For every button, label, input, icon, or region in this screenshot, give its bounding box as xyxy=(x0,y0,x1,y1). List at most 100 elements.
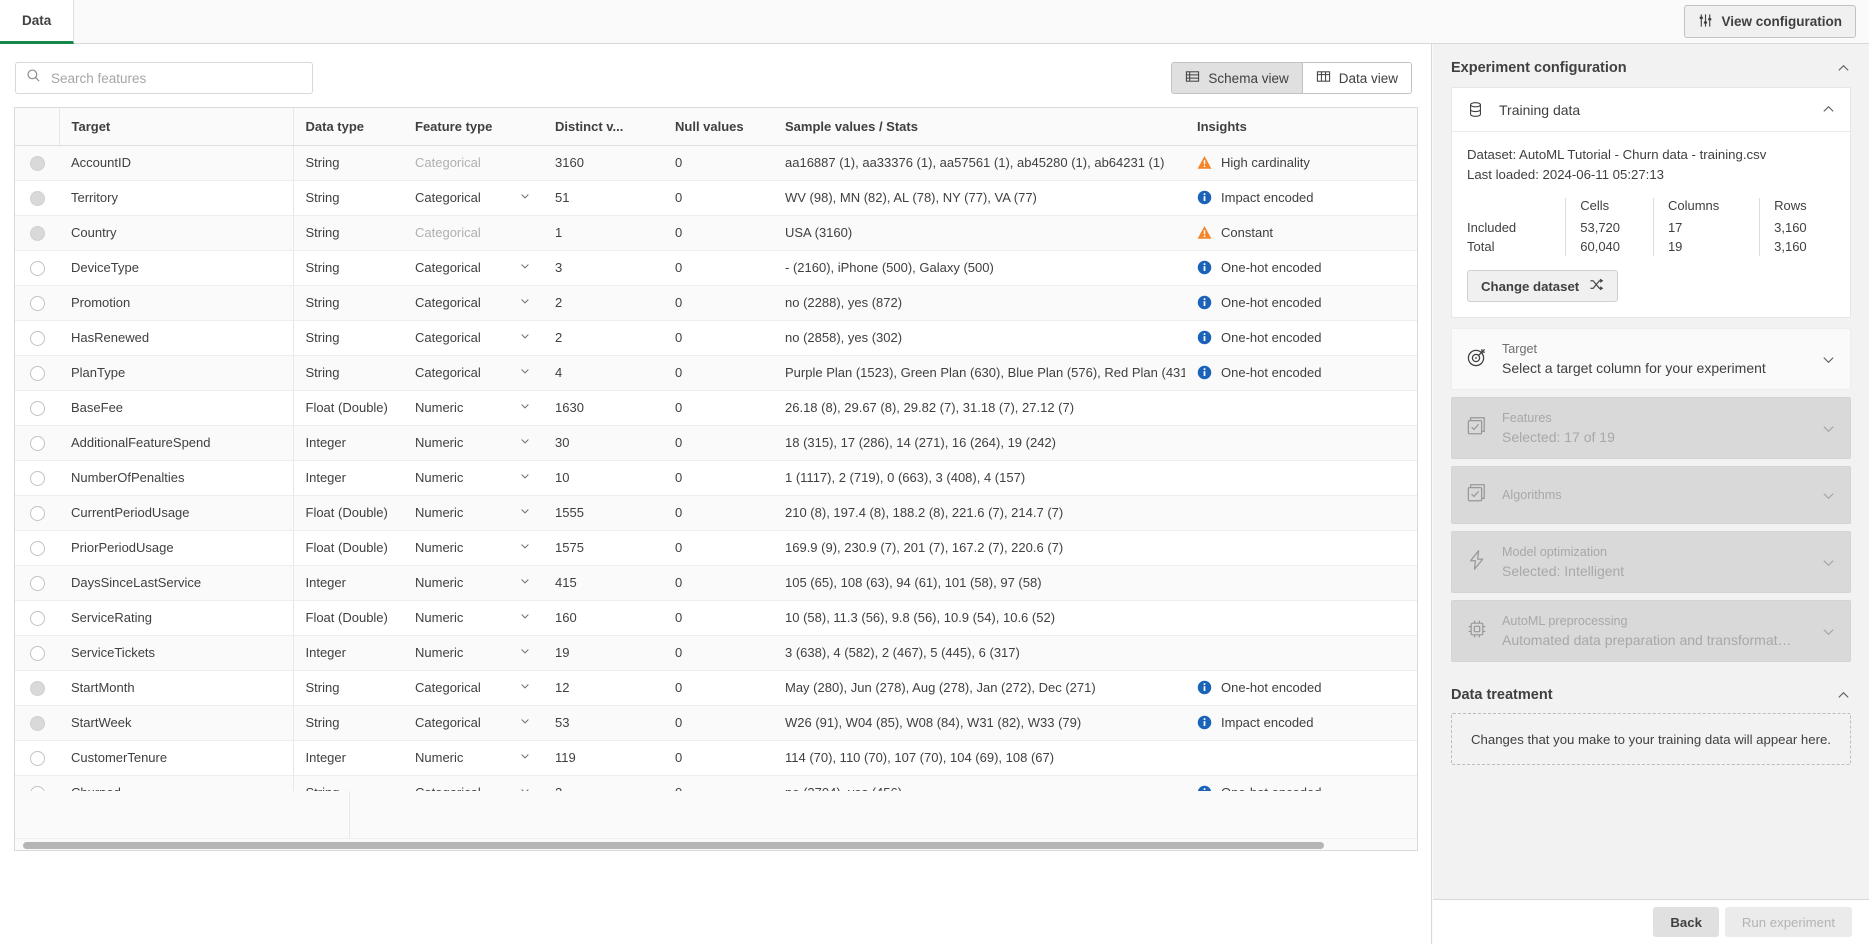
target-radio-button[interactable] xyxy=(30,611,45,626)
target-radio-button[interactable] xyxy=(30,296,45,311)
cell-feature-type[interactable]: Numeric xyxy=(403,740,543,775)
table-row[interactable]: BaseFeeFloat (Double)Numeric1630026.18 (… xyxy=(15,390,1417,425)
column-header-distinct-values[interactable]: Distinct v... xyxy=(543,108,663,145)
row-select-cell[interactable] xyxy=(15,495,59,530)
table-row[interactable]: PromotionStringCategorical20no (2288), y… xyxy=(15,285,1417,320)
target-radio-button[interactable] xyxy=(30,471,45,486)
target-radio-button[interactable] xyxy=(30,541,45,556)
cell-feature-type[interactable]: Numeric xyxy=(403,600,543,635)
row-select-cell[interactable] xyxy=(15,670,59,705)
table-row[interactable]: NumberOfPenaltiesIntegerNumeric1001 (111… xyxy=(15,460,1417,495)
chevron-down-icon[interactable] xyxy=(519,645,531,660)
row-select-cell[interactable] xyxy=(15,250,59,285)
row-select-cell[interactable] xyxy=(15,460,59,495)
table-row[interactable]: AdditionalFeatureSpendIntegerNumeric3001… xyxy=(15,425,1417,460)
row-select-cell[interactable] xyxy=(15,390,59,425)
chevron-down-icon[interactable] xyxy=(519,715,531,730)
data-view-button[interactable]: Data view xyxy=(1302,63,1411,93)
search-box[interactable] xyxy=(15,62,313,94)
cell-feature-type[interactable]: Numeric xyxy=(403,495,543,530)
back-button[interactable]: Back xyxy=(1653,907,1719,937)
chevron-down-icon[interactable] xyxy=(519,505,531,520)
column-header-null-values[interactable]: Null values xyxy=(663,108,773,145)
table-horizontal-scrollbar[interactable] xyxy=(15,838,1417,850)
chevron-down-icon[interactable] xyxy=(519,470,531,485)
change-dataset-button[interactable]: Change dataset xyxy=(1467,270,1618,302)
row-select-cell[interactable] xyxy=(15,215,59,250)
table-row[interactable]: TerritoryStringCategorical510WV (98), MN… xyxy=(15,180,1417,215)
row-select-cell[interactable] xyxy=(15,180,59,215)
chevron-up-icon[interactable] xyxy=(1836,61,1851,76)
cell-feature-type[interactable]: Numeric xyxy=(403,530,543,565)
training-data-header[interactable]: Training data xyxy=(1452,88,1850,132)
schema-view-button[interactable]: Schema view xyxy=(1172,63,1301,93)
chevron-down-icon[interactable] xyxy=(519,540,531,555)
row-select-cell[interactable] xyxy=(15,285,59,320)
target-radio-button[interactable] xyxy=(30,331,45,346)
column-header-data-type[interactable]: Data type xyxy=(293,108,403,145)
config-section-target[interactable]: TargetSelect a target column for your ex… xyxy=(1451,328,1851,390)
cell-feature-type[interactable]: Categorical xyxy=(403,355,543,390)
cell-feature-type[interactable]: Categorical xyxy=(403,670,543,705)
column-header-insights[interactable]: Insights xyxy=(1185,108,1417,145)
table-row[interactable]: CustomerTenureIntegerNumeric1190114 (70)… xyxy=(15,740,1417,775)
table-row[interactable]: StartMonthStringCategorical120May (280),… xyxy=(15,670,1417,705)
chevron-up-icon[interactable] xyxy=(1836,688,1851,703)
chevron-down-icon[interactable] xyxy=(519,190,531,205)
column-header-feature-type[interactable]: Feature type xyxy=(403,108,543,145)
table-row[interactable]: DeviceTypeStringCategorical30- (2160), i… xyxy=(15,250,1417,285)
cell-feature-type[interactable]: Numeric xyxy=(403,460,543,495)
target-radio-button[interactable] xyxy=(30,366,45,381)
chevron-down-icon[interactable] xyxy=(519,365,531,380)
tab-data[interactable]: Data xyxy=(0,0,74,44)
column-header-target[interactable]: Target xyxy=(59,108,293,145)
table-row[interactable]: ServiceRatingFloat (Double)Numeric160010… xyxy=(15,600,1417,635)
target-radio-button[interactable] xyxy=(30,506,45,521)
target-radio-button[interactable] xyxy=(30,436,45,451)
chevron-down-icon[interactable] xyxy=(519,680,531,695)
chevron-down-icon[interactable] xyxy=(519,260,531,275)
cell-feature-type[interactable]: Numeric xyxy=(403,635,543,670)
chevron-down-icon[interactable] xyxy=(519,400,531,415)
target-radio-button[interactable] xyxy=(30,751,45,766)
table-row[interactable]: CountryStringCategorical10USA (3160)Cons… xyxy=(15,215,1417,250)
table-row[interactable]: StartWeekStringCategorical530W26 (91), W… xyxy=(15,705,1417,740)
table-row[interactable]: ServiceTicketsIntegerNumeric1903 (638), … xyxy=(15,635,1417,670)
search-input[interactable] xyxy=(49,70,302,87)
table-row[interactable]: PlanTypeStringCategorical40Purple Plan (… xyxy=(15,355,1417,390)
cell-feature-type[interactable]: Numeric xyxy=(403,565,543,600)
chevron-down-icon[interactable] xyxy=(519,610,531,625)
scrollbar-thumb[interactable] xyxy=(23,842,1324,849)
row-select-cell[interactable] xyxy=(15,355,59,390)
cell-feature-type[interactable]: Categorical xyxy=(403,320,543,355)
cell-feature-type[interactable]: Numeric xyxy=(403,390,543,425)
table-row[interactable]: DaysSinceLastServiceIntegerNumeric415010… xyxy=(15,565,1417,600)
cell-feature-type[interactable]: Categorical xyxy=(403,285,543,320)
row-select-cell[interactable] xyxy=(15,600,59,635)
chevron-down-icon[interactable] xyxy=(519,330,531,345)
chevron-down-icon[interactable] xyxy=(519,750,531,765)
cell-feature-type[interactable]: Categorical xyxy=(403,250,543,285)
table-row[interactable]: PriorPeriodUsageFloat (Double)Numeric157… xyxy=(15,530,1417,565)
row-select-cell[interactable] xyxy=(15,565,59,600)
view-configuration-button[interactable]: View configuration xyxy=(1684,5,1856,38)
run-experiment-button[interactable]: Run experiment xyxy=(1725,907,1852,937)
cell-feature-type[interactable]: Categorical xyxy=(403,705,543,740)
row-select-cell[interactable] xyxy=(15,320,59,355)
row-select-cell[interactable] xyxy=(15,705,59,740)
chevron-down-icon[interactable] xyxy=(1821,352,1836,367)
row-select-cell[interactable] xyxy=(15,425,59,460)
row-select-cell[interactable] xyxy=(15,530,59,565)
chevron-up-icon[interactable] xyxy=(1821,102,1836,117)
table-row[interactable]: HasRenewedStringCategorical20no (2858), … xyxy=(15,320,1417,355)
chevron-down-icon[interactable] xyxy=(519,435,531,450)
target-radio-button[interactable] xyxy=(30,261,45,276)
target-radio-button[interactable] xyxy=(30,646,45,661)
cell-feature-type[interactable]: Categorical xyxy=(403,180,543,215)
chevron-down-icon[interactable] xyxy=(519,295,531,310)
target-radio-button[interactable] xyxy=(30,576,45,591)
chevron-down-icon[interactable] xyxy=(519,575,531,590)
table-row[interactable]: CurrentPeriodUsageFloat (Double)Numeric1… xyxy=(15,495,1417,530)
row-select-cell[interactable] xyxy=(15,740,59,775)
row-select-cell[interactable] xyxy=(15,145,59,180)
